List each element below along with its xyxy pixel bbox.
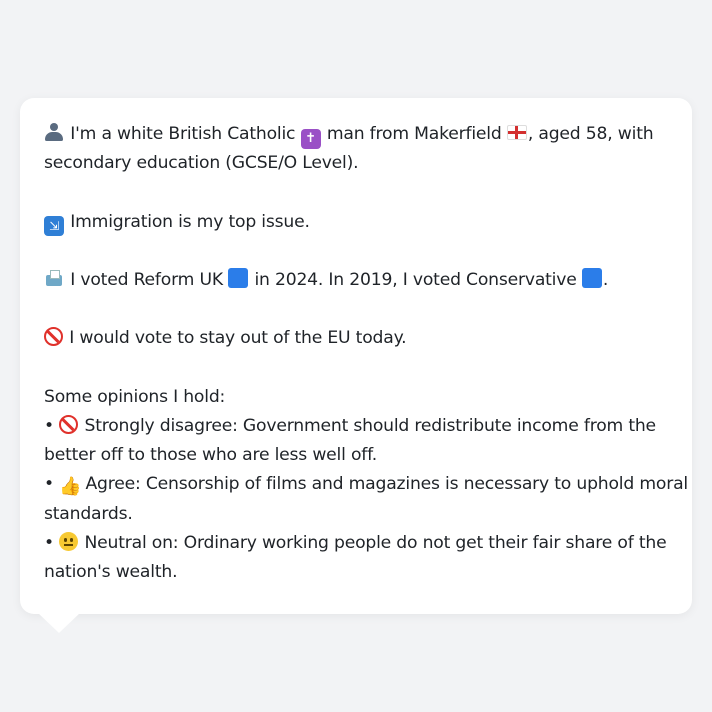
opinion-item-2: • 👍 Agree: Censorship of films and magaz… [44, 470, 688, 499]
vote-text-1: I voted Reform UK [70, 269, 223, 290]
intro-text-3: , aged 58, with [527, 124, 654, 144]
opinion-2-line-1: Agree: Censorship of films and magazines… [85, 474, 688, 495]
intro-line-2: secondary education (GCSE/O Level). [44, 153, 359, 174]
no-entry-icon [44, 327, 63, 347]
top-issue-line: ⇲ Immigration is my top issue. [44, 208, 668, 237]
opinion-1-line-2: better off to those who are less well of… [44, 445, 377, 466]
intro-text-2: man from Makerfield [326, 124, 502, 144]
opinion-item-3: • Neutral on: Ordinary working people do… [44, 529, 668, 558]
eu-stance-text: I would vote to stay out of the EU today… [69, 328, 407, 349]
opinion-3-line-1: Neutral on: Ordinary working people do n… [84, 532, 667, 553]
reform-blue-square-icon [228, 267, 249, 288]
persona-message-card: I'm a white British Catholic ✝ man from … [20, 98, 692, 614]
vote-text-3: . [602, 269, 609, 290]
england-flag-icon [506, 125, 527, 140]
speech-bubble-tail [38, 613, 80, 633]
intro-text-1: I'm a white British Catholic [70, 124, 296, 144]
opinion-2-line-2: standards. [44, 503, 133, 524]
person-icon [44, 122, 64, 142]
opinion-1-line-1: Strongly disagree: Government should red… [84, 415, 656, 436]
bullet: • [44, 532, 54, 553]
opinion-3-line-2: nation's wealth. [44, 561, 178, 582]
ballot-box-icon [44, 268, 64, 288]
bullet: • [44, 474, 54, 495]
latin-cross-icon: ✝ [300, 129, 321, 149]
eu-stance-line: I would vote to stay out of the EU today… [44, 324, 668, 353]
thumbs-up-icon: 👍 [59, 476, 82, 498]
no-entry-icon [59, 414, 79, 434]
immigration-icon: ⇲ [44, 215, 64, 236]
top-issue-text: Immigration is my top issue. [70, 211, 310, 232]
conservative-blue-square-icon [581, 267, 602, 288]
opinion-item-1: • Strongly disagree: Government should r… [44, 412, 668, 441]
bullet: • [44, 415, 54, 436]
opinions-heading: Some opinions I hold: [44, 386, 226, 407]
vote-text-2: in 2024. In 2019, I voted Conservative [254, 269, 577, 290]
neutral-face-icon [59, 531, 79, 551]
voting-history-line: I voted Reform UK in 2024. In 2019, I vo… [44, 266, 668, 295]
intro-line-1: I'm a white British Catholic ✝ man from … [44, 120, 668, 149]
